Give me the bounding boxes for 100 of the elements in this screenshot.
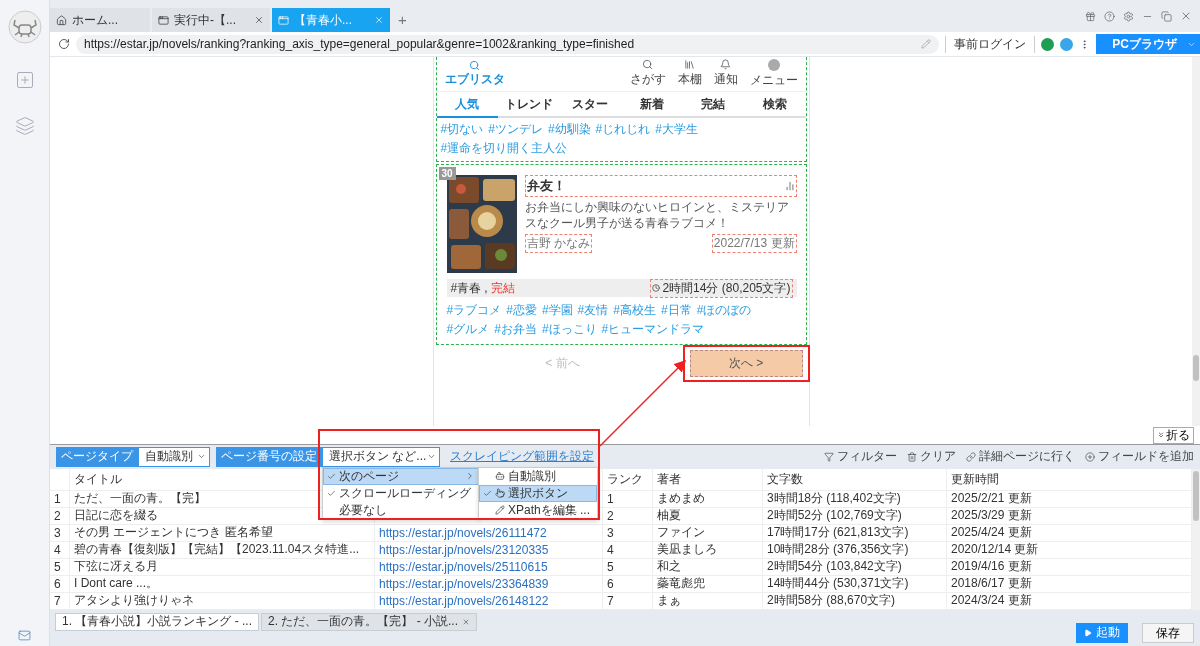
logo-icon: [469, 60, 480, 72]
crab-logo-icon[interactable]: [7, 10, 42, 44]
bell-icon: [720, 59, 731, 71]
settings-icon[interactable]: [1123, 10, 1134, 22]
row-number: 7: [50, 592, 70, 610]
table-cell: 3: [603, 524, 653, 542]
genre-tag: #青春: [450, 279, 482, 297]
table-cell: 5: [603, 558, 653, 576]
header-link[interactable]: さがす: [629, 71, 666, 89]
nav-tab[interactable]: 人気: [436, 92, 498, 119]
table-cell: 1: [603, 490, 653, 508]
chevrons-down-icon: [1157, 431, 1165, 440]
address-field[interactable]: https://estar.jp/novels/ranking?ranking_axis_type=general_popular&genre=1002&ranking_type=finished: [76, 34, 940, 54]
login-link[interactable]: 事前ログイン: [945, 35, 1036, 53]
add-icon: [1085, 451, 1095, 462]
layers-icon[interactable]: [14, 116, 35, 136]
hand-pointer-icon: [495, 488, 505, 499]
next-page-button[interactable]: 次へ >: [689, 349, 803, 377]
toolbar-action[interactable]: フィールドを追加: [1098, 448, 1194, 466]
trash-icon: [907, 451, 917, 462]
home-icon: [56, 15, 67, 26]
status-icon[interactable]: [1041, 37, 1055, 51]
toolbar-action[interactable]: 詳細ページに行く: [979, 448, 1075, 466]
close-icon[interactable]: [462, 617, 471, 626]
nav-tab[interactable]: 検索: [744, 92, 806, 119]
table-cell: 10時間28分 (376,356文字): [763, 541, 947, 559]
table-cell: まめまめ: [653, 490, 763, 508]
task-tab[interactable]: 2. ただ、一面の青。【完】 - 小説...: [261, 612, 478, 631]
url-cell: https://estar.jp/novels/23364839: [375, 575, 603, 593]
help-icon[interactable]: [1104, 10, 1115, 22]
table-cell: 2019/4/16 更新: [947, 558, 1192, 576]
close-icon[interactable]: [254, 15, 264, 26]
page-icon: [158, 15, 169, 26]
toolbar-action[interactable]: フィルター: [837, 448, 897, 466]
menu-item[interactable]: 自動識別: [479, 467, 597, 485]
author-name[interactable]: 吉野 かなみ: [524, 234, 592, 254]
scope-link[interactable]: スクレイピング範囲を設定: [450, 448, 594, 466]
row-number: 5: [50, 558, 70, 576]
novel-description: お弁当にしか興味のないヒロインと、ミステリアスなクール男子が送る青春ラブコメ！: [524, 200, 790, 232]
table-cell: 美凪ましろ: [653, 541, 763, 559]
bookshelf-icon: [684, 59, 695, 71]
avatar-icon: [767, 59, 780, 72]
scrollbar[interactable]: [1192, 468, 1200, 610]
url-cell: https://estar.jp/novels/26111472: [375, 524, 603, 542]
table-cell: 2時間54分 (103,842文字): [763, 558, 947, 576]
row-number: 6: [50, 575, 70, 593]
search-icon: [642, 59, 653, 71]
table-cell: 2: [603, 507, 653, 525]
table-cell: 2025/2/21 更新: [947, 490, 1192, 508]
site-logo[interactable]: エブリスタ: [444, 71, 505, 89]
browser-tab[interactable]: ホーム...: [50, 8, 150, 33]
accessibility-icon[interactable]: [1060, 37, 1074, 51]
header-link[interactable]: 通知: [713, 71, 738, 89]
collapse-button[interactable]: 折る: [1153, 426, 1194, 444]
nav-tab[interactable]: 新着: [621, 92, 683, 119]
gift-icon[interactable]: [1085, 10, 1096, 22]
new-tab-button[interactable]: +: [392, 11, 413, 33]
table-cell: アタシより強けりゃネ: [70, 592, 375, 610]
table-cell: 3時間18分 (118,402文字): [763, 490, 947, 508]
reload-icon[interactable]: [58, 38, 70, 51]
column-header: 文字数: [763, 468, 947, 491]
save-button[interactable]: 保存: [1142, 622, 1194, 643]
new-task-icon[interactable]: [14, 70, 35, 90]
table-cell: 蘂竜彪兜: [653, 575, 763, 593]
separator: ,: [484, 281, 488, 296]
header-link[interactable]: メニュー: [749, 72, 798, 90]
task-tab[interactable]: 1. 【青春小説】小説ランキング - ...: [55, 612, 259, 631]
row-number: 4: [50, 541, 70, 559]
pencil-icon: [495, 505, 505, 516]
table-cell: 碧の青春【復刻版】【完結】【2023.11.04スタ特進...: [70, 541, 375, 559]
check-icon: [483, 488, 492, 498]
robot-icon: [495, 471, 505, 482]
close-icon[interactable]: [374, 15, 384, 26]
pencil-icon: [921, 39, 932, 50]
restore-icon[interactable]: [1161, 10, 1172, 22]
table-cell: まぁ: [653, 592, 763, 610]
mail-icon[interactable]: [18, 629, 31, 642]
novel-title[interactable]: 弁友！: [526, 177, 566, 196]
rank-badge: 30: [438, 167, 456, 181]
table-cell: 2024/3/24 更新: [947, 592, 1192, 610]
url-cell: https://estar.jp/novels/25110615: [375, 558, 603, 576]
nav-tab[interactable]: スター: [559, 92, 621, 119]
menu-item[interactable]: 次のページ: [323, 467, 479, 485]
browser-tab[interactable]: 実行中-【...: [152, 8, 270, 33]
nav-tab[interactable]: 完結: [682, 92, 744, 119]
bar-chart-icon: [784, 181, 795, 192]
table-cell: 2時間52分 (102,769文字): [763, 507, 947, 525]
table-cell: 14時間44分 (530,371文字): [763, 575, 947, 593]
reading-time: 2時間14分 (80,205文字): [662, 279, 791, 297]
table-cell: 2018/6/17 更新: [947, 575, 1192, 593]
header-link[interactable]: 本棚: [677, 71, 702, 89]
row-number: 1: [50, 490, 70, 508]
nav-tab[interactable]: トレンド: [498, 92, 560, 119]
filter-icon: [824, 451, 834, 462]
toolbar-action[interactable]: クリア: [920, 448, 956, 466]
scrollbar[interactable]: [1192, 57, 1200, 427]
table-cell: 2020/12/14 更新: [947, 541, 1192, 559]
clock-icon: [652, 284, 661, 293]
status-label: 完結: [490, 279, 515, 297]
url-cell: https://estar.jp/novels/26148122: [375, 592, 603, 610]
